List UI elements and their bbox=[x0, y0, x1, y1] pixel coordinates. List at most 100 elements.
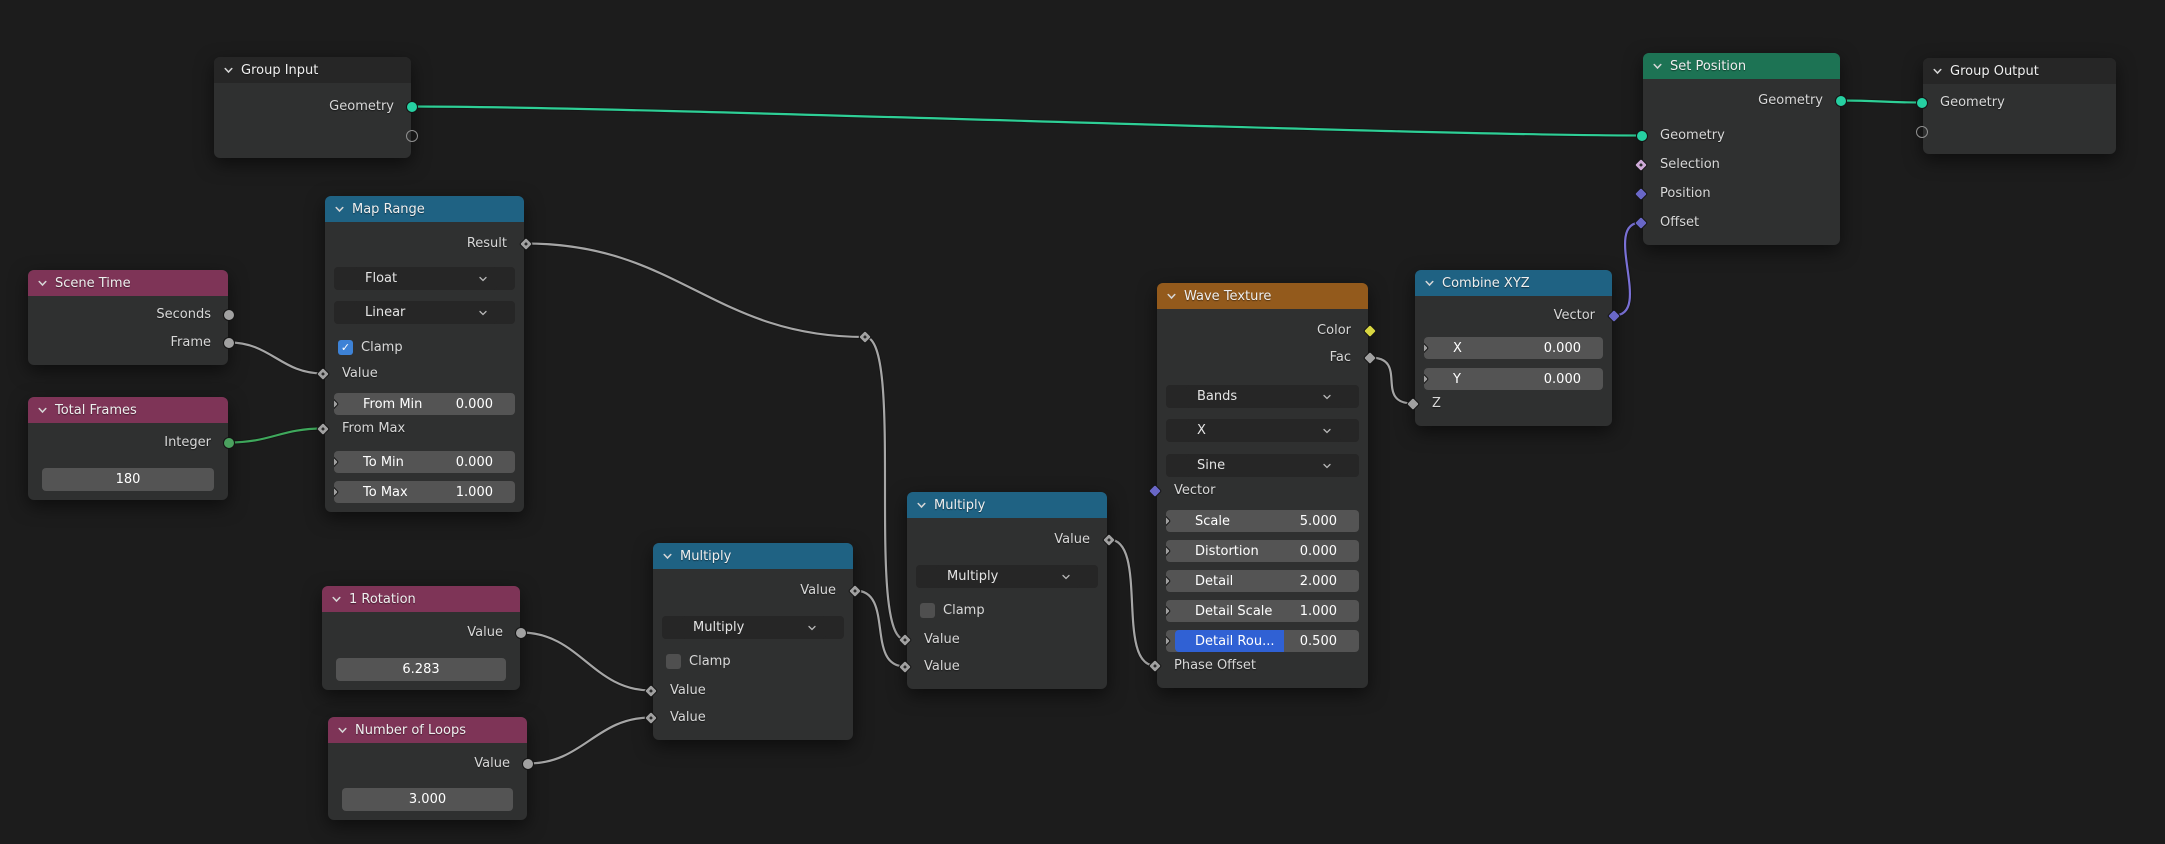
value-field[interactable]: 6.283 bbox=[336, 658, 506, 681]
collapse-chevron-icon[interactable] bbox=[331, 594, 342, 605]
virtual-socket[interactable] bbox=[406, 129, 418, 142]
node-title: Multiply bbox=[680, 548, 732, 564]
node-combine-xyz[interactable]: Combine XYZ Vector X 0.000 Y 0.000 Z bbox=[1405, 270, 1622, 426]
collapse-chevron-icon[interactable] bbox=[1166, 291, 1177, 302]
node-title: Number of Loops bbox=[355, 722, 466, 738]
virtual-socket[interactable] bbox=[1916, 125, 1928, 138]
number-field-to_max[interactable]: To Max 1.000 bbox=[343, 481, 506, 503]
node-total-frames[interactable]: Total Frames Integer 180 bbox=[28, 397, 235, 500]
number-field-detail[interactable]: Detail 2.000 bbox=[1175, 570, 1350, 592]
number-field-distortion[interactable]: Distortion 0.000 bbox=[1175, 540, 1350, 562]
enum-dropdown[interactable]: Linear bbox=[354, 301, 497, 324]
value-field-value: 3.000 bbox=[408, 792, 447, 807]
node-wave-texture[interactable]: Wave Texture Color Fac Bands X Sine Vector Scal… bbox=[1147, 283, 1378, 688]
detail-socket[interactable] bbox=[1166, 573, 1172, 589]
geometry-socket[interactable] bbox=[1916, 96, 1928, 109]
value-field[interactable]: 180 bbox=[42, 468, 214, 491]
node-header[interactable]: Multiply bbox=[653, 543, 853, 569]
output-socket-label: Value bbox=[800, 583, 836, 598]
number-field-x[interactable]: X 0.000 bbox=[1433, 337, 1594, 359]
node-editor-canvas[interactable]: Group Input Geometry Scene Time Seconds Fram… bbox=[0, 0, 2165, 844]
from_min-socket[interactable] bbox=[334, 396, 340, 412]
checkbox-unchecked[interactable] bbox=[920, 602, 935, 618]
collapse-chevron-icon[interactable] bbox=[916, 500, 927, 511]
collapse-chevron-icon[interactable] bbox=[337, 725, 348, 736]
distortion-socket[interactable] bbox=[1166, 543, 1172, 559]
number-field-detail_scale[interactable]: Detail Scale 1.000 bbox=[1175, 600, 1350, 622]
node-title: Map Range bbox=[352, 201, 425, 217]
node-wire bbox=[1369, 356, 1414, 405]
collapse-chevron-icon[interactable] bbox=[223, 65, 234, 76]
collapse-chevron-icon[interactable] bbox=[37, 405, 48, 416]
node-header[interactable]: Total Frames bbox=[28, 397, 228, 423]
integer-socket[interactable] bbox=[223, 436, 235, 449]
enum-dropdown[interactable]: Multiply bbox=[682, 616, 826, 639]
node-title: Total Frames bbox=[55, 402, 137, 418]
number-field-from_min[interactable]: From Min 0.000 bbox=[343, 393, 506, 415]
number-field-detail_roughness[interactable]: Detail Rou... 0.500 bbox=[1175, 630, 1350, 652]
node-header[interactable]: Multiply bbox=[907, 492, 1107, 518]
chevron-down-icon bbox=[1323, 394, 1331, 399]
checkbox-checked[interactable]: ✓ bbox=[338, 339, 353, 355]
node-multiply-a[interactable]: Multiply Value Multiply Clamp Value Value bbox=[643, 543, 863, 740]
node-header[interactable]: Group Output bbox=[1923, 58, 2116, 84]
value-socket[interactable] bbox=[522, 757, 534, 770]
to_max-socket[interactable] bbox=[334, 484, 340, 500]
node-map-range[interactable]: Map Range Result Float Linear ✓ Clamp Value Fro… bbox=[315, 196, 534, 512]
node-header[interactable]: Wave Texture bbox=[1157, 283, 1368, 309]
output-socket-label: Frame bbox=[170, 335, 211, 350]
node-wire bbox=[1108, 538, 1156, 667]
seconds-socket[interactable] bbox=[223, 308, 235, 321]
detail_scale-socket[interactable] bbox=[1166, 603, 1172, 619]
node-group-output[interactable]: Group Output Geometry bbox=[1916, 58, 2116, 154]
node-title: 1 Rotation bbox=[349, 591, 416, 607]
input-socket-label: Value bbox=[924, 659, 960, 674]
dropdown-value: Multiply bbox=[947, 569, 999, 584]
collapse-chevron-icon[interactable] bbox=[1424, 278, 1435, 289]
scale-socket[interactable] bbox=[1166, 513, 1172, 529]
geometry_in-socket[interactable] bbox=[1636, 129, 1648, 142]
node-number-of-loops[interactable]: Number of Loops Value 3.000 bbox=[328, 717, 534, 820]
number-field-value: 1.000 bbox=[455, 484, 493, 500]
collapse-chevron-icon[interactable] bbox=[1932, 66, 1943, 77]
to_min-socket[interactable] bbox=[334, 454, 340, 470]
enum-dropdown[interactable]: X bbox=[1186, 419, 1341, 442]
collapse-chevron-icon[interactable] bbox=[37, 278, 48, 289]
node-header[interactable]: Number of Loops bbox=[328, 717, 527, 743]
node-set-position[interactable]: Set Position Geometry Geometry Selection Pos… bbox=[1633, 53, 1847, 245]
node-wire bbox=[228, 341, 324, 375]
collapse-chevron-icon[interactable] bbox=[1652, 61, 1663, 72]
detail_roughness-socket[interactable] bbox=[1166, 633, 1172, 649]
node-rotation-1[interactable]: 1 Rotation Value 6.283 bbox=[322, 586, 527, 690]
dropdown-value: Float bbox=[365, 271, 398, 286]
enum-dropdown[interactable]: Sine bbox=[1186, 454, 1341, 477]
node-header[interactable]: Combine XYZ bbox=[1415, 270, 1612, 296]
enum-dropdown[interactable]: Bands bbox=[1186, 385, 1341, 408]
node-header[interactable]: 1 Rotation bbox=[322, 586, 520, 612]
number-field-to_min[interactable]: To Min 0.000 bbox=[343, 451, 506, 473]
output-socket-label: Integer bbox=[164, 435, 211, 450]
value-field[interactable]: 3.000 bbox=[342, 788, 513, 811]
frame-socket[interactable] bbox=[223, 336, 235, 349]
value-socket[interactable] bbox=[515, 626, 527, 639]
checkbox-unchecked[interactable] bbox=[666, 653, 681, 669]
node-header[interactable]: Map Range bbox=[325, 196, 524, 222]
node-multiply-b[interactable]: Multiply Value Multiply Clamp Value Value bbox=[897, 492, 1117, 689]
node-header[interactable]: Group Input bbox=[214, 57, 411, 83]
geometry_out-socket[interactable] bbox=[1835, 94, 1847, 107]
collapse-chevron-icon[interactable] bbox=[334, 204, 345, 215]
number-field-value: 0.000 bbox=[455, 454, 493, 470]
enum-dropdown[interactable]: Float bbox=[354, 267, 497, 290]
node-wire bbox=[527, 716, 652, 765]
node-group-input[interactable]: Group Input Geometry bbox=[214, 57, 418, 158]
enum-dropdown[interactable]: Multiply bbox=[936, 565, 1080, 588]
collapse-chevron-icon[interactable] bbox=[662, 551, 673, 562]
node-scene-time[interactable]: Scene Time Seconds Frame bbox=[28, 270, 235, 365]
y-socket[interactable] bbox=[1424, 371, 1430, 387]
node-header[interactable]: Set Position bbox=[1643, 53, 1840, 79]
x-socket[interactable] bbox=[1424, 340, 1430, 356]
geometry-socket[interactable] bbox=[406, 100, 418, 113]
number-field-scale[interactable]: Scale 5.000 bbox=[1175, 510, 1350, 532]
number-field-y[interactable]: Y 0.000 bbox=[1433, 368, 1594, 390]
node-header[interactable]: Scene Time bbox=[28, 270, 228, 296]
